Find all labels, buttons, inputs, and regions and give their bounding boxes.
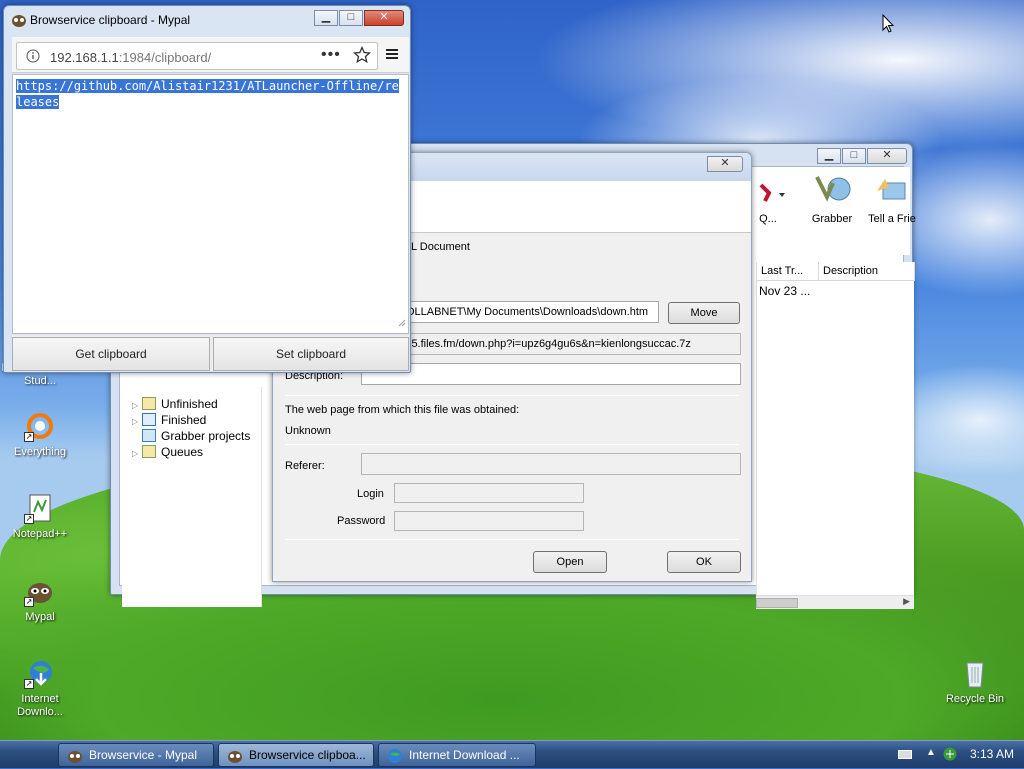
desktop-icon-notepadpp[interactable]: ↗ Notepad++ bbox=[0, 492, 80, 541]
scroll-right-icon[interactable]: ▶ bbox=[903, 596, 910, 607]
url-text: 192.168.1.1:1984/clipboard/ bbox=[50, 50, 211, 65]
taskbar-item-browservice[interactable]: Browservice - Mypal bbox=[58, 743, 214, 767]
minimize-button[interactable]: ▁ bbox=[314, 10, 338, 26]
queue-icon bbox=[749, 171, 787, 209]
column-header-description[interactable]: Description bbox=[819, 262, 915, 281]
desktop-icon-label: Internet Downlo... bbox=[17, 693, 63, 718]
mypal-icon bbox=[67, 748, 83, 764]
save-path-field[interactable]: COLLABNET\My Documents\Downloads\down.ht… bbox=[393, 301, 659, 323]
page-actions-icon[interactable]: ••• bbox=[321, 46, 341, 64]
set-clipboard-button[interactable]: Set clipboard bbox=[213, 337, 409, 371]
idm-icon bbox=[387, 748, 403, 764]
close-button[interactable]: ✕ bbox=[364, 10, 404, 26]
selected-clipboard-text: https://github.com/Alistair1231/ATLaunch… bbox=[16, 79, 399, 109]
clipboard-textarea[interactable]: https://github.com/Alistair1231/ATLaunch… bbox=[12, 74, 409, 334]
taskbar-item-idm[interactable]: Internet Download ... bbox=[378, 743, 536, 767]
description-field[interactable] bbox=[361, 363, 741, 385]
desktop-icon-everything[interactable]: ↗ Everything bbox=[0, 410, 80, 459]
desktop-icon-mypal[interactable]: ↗ Mypal bbox=[0, 575, 80, 624]
minimize-button[interactable]: ▁ bbox=[817, 148, 841, 164]
tree-item-grabber-projects[interactable]: Grabber projects bbox=[132, 429, 250, 445]
ok-button[interactable]: OK bbox=[667, 551, 741, 573]
mypal-icon bbox=[11, 12, 27, 31]
resize-grip-icon[interactable] bbox=[396, 315, 406, 331]
horizontal-scrollbar[interactable]: ▶ bbox=[756, 595, 914, 609]
desktop-icon-label: Notepad++ bbox=[12, 528, 68, 540]
dialog-close-button[interactable]: ✕ bbox=[707, 156, 743, 172]
toolbar-tell-friend-button[interactable]: Tell a Frie bbox=[862, 171, 922, 225]
tree-item-unfinished[interactable]: ▷ Unfinished bbox=[132, 397, 218, 413]
move-button[interactable]: Move bbox=[668, 302, 740, 324]
start-button[interactable] bbox=[0, 741, 52, 769]
tell-friend-icon bbox=[873, 171, 911, 209]
hamburger-menu-icon[interactable] bbox=[385, 47, 399, 64]
url-host: 192.168.1.1 bbox=[50, 50, 119, 65]
separator bbox=[285, 444, 739, 445]
clipboard-window-titlebar[interactable]: Browservice clipboard - Mypal ▁ □ ✕ bbox=[4, 6, 410, 34]
grabber-icon bbox=[813, 171, 851, 209]
everything-icon: ↗ bbox=[24, 410, 56, 442]
last-try-cell: Nov 23 ... bbox=[759, 284, 811, 298]
address-bar[interactable]: 192.168.1.1:1984/clipboard/ ••• bbox=[16, 42, 378, 70]
maximize-button[interactable]: □ bbox=[339, 10, 363, 26]
taskbar-item-clipboard[interactable]: Browservice clipboa... bbox=[218, 743, 374, 767]
mypal-icon: ↗ bbox=[24, 575, 56, 607]
desktop-icon-label: Everything bbox=[14, 446, 66, 458]
close-button[interactable]: ✕ bbox=[867, 148, 907, 164]
table-row[interactable]: Nov 23 ... bbox=[757, 284, 915, 302]
network-icon[interactable] bbox=[942, 746, 958, 765]
desktop-icon-label: Recycle Bin bbox=[945, 693, 1005, 705]
toolbar-queue-button[interactable]: Q... bbox=[748, 171, 788, 225]
open-button[interactable]: Open bbox=[533, 551, 607, 573]
referer-field[interactable] bbox=[361, 453, 741, 475]
scrollbar-thumb[interactable] bbox=[756, 598, 798, 608]
login-label: Login bbox=[357, 488, 384, 500]
password-label: Password bbox=[337, 515, 386, 527]
mouse-cursor-icon bbox=[882, 14, 894, 33]
desktop-icon-idm[interactable]: ↗ Internet Downlo... bbox=[0, 657, 80, 719]
url-path: :1984/clipboard/ bbox=[118, 50, 212, 65]
mypal-icon bbox=[227, 748, 243, 764]
desktop-icon-recycle-bin[interactable]: Recycle Bin bbox=[935, 657, 1015, 706]
file-type-text: L Document bbox=[411, 241, 470, 253]
idm-toolbar: Q... Grabber Tell a Frie bbox=[759, 167, 916, 255]
site-info-icon[interactable] bbox=[26, 49, 40, 66]
toolbar-grabber-button[interactable]: Grabber bbox=[802, 171, 862, 225]
clipboard-browser-window[interactable]: Browservice clipboard - Mypal ▁ □ ✕ 192.… bbox=[3, 5, 411, 373]
clipboard-buttons-bar: Get clipboard Set clipboard bbox=[12, 335, 409, 371]
source-page-value: Unknown bbox=[285, 425, 331, 437]
notepadpp-icon: ↗ bbox=[24, 492, 56, 524]
show-hidden-icons-icon[interactable]: ▲ bbox=[926, 747, 936, 758]
referer-label: Referer: bbox=[285, 460, 325, 472]
downloads-table: Last Tr... Description Nov 23 ... bbox=[756, 262, 915, 602]
recycle-bin-icon bbox=[959, 657, 991, 689]
desktop-icon-label: Mypal bbox=[25, 611, 55, 623]
window-title: Browservice clipboard - Mypal bbox=[30, 13, 191, 27]
source-page-label: The web page from which this file was ob… bbox=[285, 404, 520, 416]
password-field[interactable] bbox=[394, 511, 584, 531]
separator bbox=[285, 395, 739, 396]
idm-icon: ↗ bbox=[24, 657, 56, 689]
login-field[interactable] bbox=[394, 483, 584, 503]
tree-item-queues[interactable]: ▷ Queues bbox=[132, 445, 203, 461]
column-header-last-try[interactable]: Last Tr... bbox=[757, 262, 819, 281]
taskbar: Browservice - Mypal Browservice clipboa.… bbox=[0, 740, 1024, 768]
separator bbox=[285, 539, 739, 540]
idm-category-tree: ▷ Unfinished ▷ Finished Grabber projects ▷… bbox=[122, 387, 262, 607]
clock[interactable]: 3:13 AM bbox=[970, 747, 1014, 761]
maximize-button[interactable]: □ bbox=[842, 148, 866, 164]
navigation-bar: 192.168.1.1:1984/clipboard/ ••• bbox=[12, 37, 409, 73]
address-field[interactable]: -5-5.files.fm/down.php?i=upz6g4gu6s&n=ki… bbox=[393, 333, 741, 355]
get-clipboard-button[interactable]: Get clipboard bbox=[12, 337, 210, 371]
keyboard-icon[interactable] bbox=[898, 750, 912, 759]
system-tray: ▲ 3:13 AM bbox=[884, 741, 1024, 769]
tree-item-finished[interactable]: ▷ Finished bbox=[132, 413, 206, 429]
bookmark-star-icon[interactable] bbox=[352, 45, 372, 67]
